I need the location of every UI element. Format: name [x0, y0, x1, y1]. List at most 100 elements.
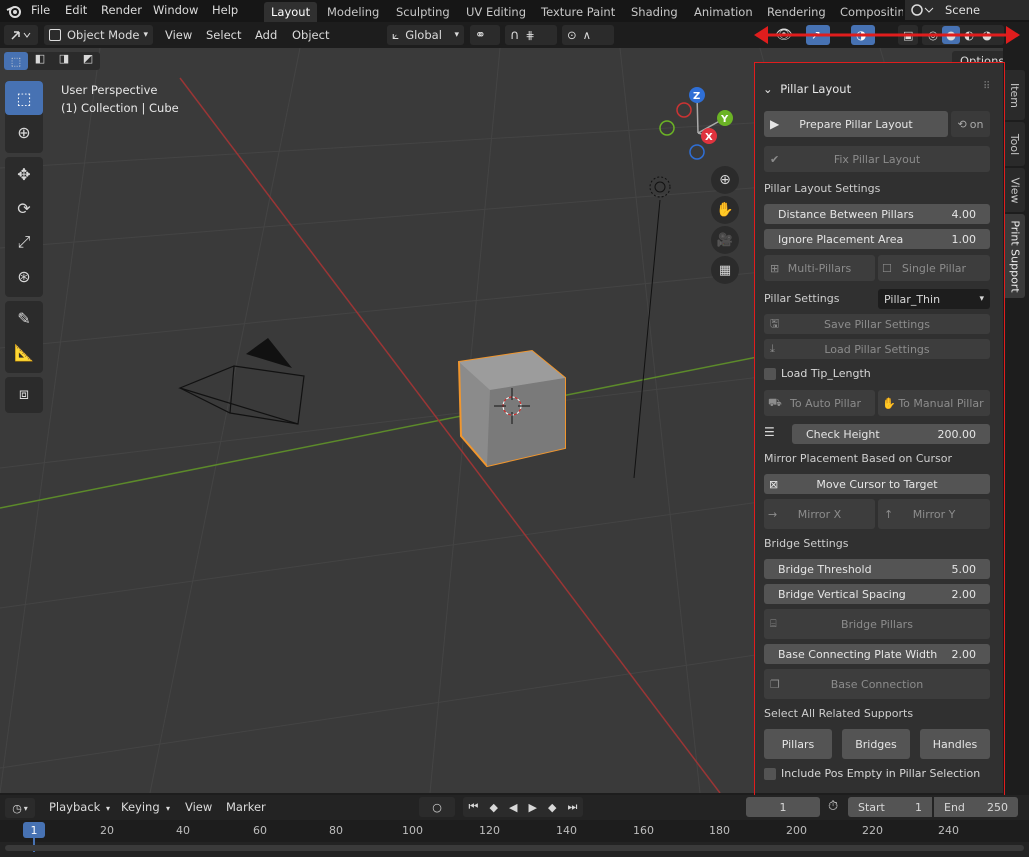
- panel-header[interactable]: ⌄ Pillar Layout: [763, 82, 851, 96]
- object-mode-dropdown[interactable]: Object Mode ▾: [44, 25, 153, 45]
- zoom-button[interactable]: ⊕: [711, 166, 739, 194]
- menu-file[interactable]: File: [31, 3, 50, 17]
- start-frame-field[interactable]: Start 1: [848, 797, 932, 817]
- cursor-target-icon: ⊠: [769, 477, 779, 491]
- jump-end-icon[interactable]: ⏭: [568, 800, 578, 814]
- tab-uv-editing[interactable]: UV Editing: [459, 2, 533, 22]
- editor-type-button[interactable]: [4, 25, 38, 45]
- include-pos-empty-checkbox[interactable]: Include Pos Empty in Pillar Selection: [764, 767, 980, 780]
- single-pillar-button[interactable]: ☐ Single Pillar: [878, 255, 990, 281]
- base-connection-button[interactable]: ❐ Base Connection: [764, 669, 990, 699]
- tab-layout[interactable]: Layout: [264, 2, 318, 22]
- transform-orientation-dropdown[interactable]: ⟀ Global ▾: [387, 25, 464, 45]
- scene-selector[interactable]: Scene: [905, 0, 1029, 20]
- tab-rendering[interactable]: Rendering: [760, 2, 833, 22]
- select-invert-icon[interactable]: ◩: [76, 52, 100, 70]
- pan-button[interactable]: ✋: [711, 196, 739, 224]
- timeline-view-menu[interactable]: View: [185, 800, 212, 814]
- menu-window[interactable]: Window: [153, 3, 198, 17]
- viewport-header: Object Mode ▾ View Select Add Object ⟀ G…: [0, 22, 1029, 48]
- current-frame-field[interactable]: 1: [746, 797, 820, 817]
- keying-menu[interactable]: Keying: [121, 800, 160, 814]
- distance-between-pillars-field[interactable]: Distance Between Pillars 4.00: [764, 204, 990, 224]
- fix-pillar-layout-button[interactable]: ✔ Fix Pillar Layout: [764, 146, 990, 172]
- camera-view-button[interactable]: 🎥: [711, 226, 739, 254]
- rotate-tool[interactable]: ⟳: [5, 191, 43, 225]
- next-keyframe-icon[interactable]: ◆: [548, 801, 556, 814]
- playhead[interactable]: 1: [23, 822, 45, 838]
- blender-logo-icon[interactable]: [6, 3, 22, 19]
- ignore-placement-area-field[interactable]: Ignore Placement Area 1.00: [764, 229, 990, 249]
- pillar-settings-dropdown[interactable]: Pillar_Thin ▾: [878, 289, 990, 309]
- move-tool[interactable]: ✥: [5, 157, 43, 191]
- bridge-pillars-button[interactable]: ⌸ Bridge Pillars: [764, 609, 990, 639]
- menu-add[interactable]: Add: [255, 28, 277, 42]
- end-frame-field[interactable]: End 250: [934, 797, 1018, 817]
- measure-tool[interactable]: 📐: [5, 335, 43, 369]
- prev-keyframe-icon[interactable]: ◆: [489, 801, 497, 814]
- select-box-tool[interactable]: ⬚: [5, 81, 43, 115]
- menu-select[interactable]: Select: [206, 28, 241, 42]
- stopwatch-icon[interactable]: ⏱: [828, 799, 838, 814]
- snap-button[interactable]: ∩ ⋕: [505, 25, 557, 45]
- move-cursor-to-target-button[interactable]: ⊠ Move Cursor to Target: [764, 474, 990, 494]
- play-icon[interactable]: ▶: [529, 801, 537, 814]
- menu-edit[interactable]: Edit: [65, 3, 87, 17]
- drag-handle-icon[interactable]: ⠿: [983, 81, 990, 92]
- load-tip-length-checkbox[interactable]: Load Tip_Length: [764, 367, 871, 380]
- select-extend-icon[interactable]: ◧: [28, 52, 52, 70]
- select-handles-button[interactable]: Handles: [920, 729, 990, 759]
- marker-menu[interactable]: Marker: [226, 800, 266, 814]
- pivot-point-button[interactable]: ⚭: [470, 25, 500, 45]
- record-button[interactable]: ○: [419, 797, 455, 817]
- tab-animation[interactable]: Animation: [687, 2, 760, 22]
- mirror-x-button[interactable]: → Mirror X: [764, 499, 875, 529]
- load-pillar-settings-button[interactable]: ⤓ Load Pillar Settings: [764, 339, 990, 359]
- cube-object: [457, 349, 566, 468]
- check-height-field[interactable]: Check Height 200.00: [792, 424, 990, 444]
- cursor-tool[interactable]: ⊕: [5, 115, 43, 149]
- prepare-pillar-layout-button[interactable]: ▶ Prepare Pillar Layout: [764, 111, 948, 137]
- add-cube-tool[interactable]: ⧈: [5, 377, 43, 411]
- select-new-icon[interactable]: ⬚: [4, 52, 28, 70]
- mirror-y-button[interactable]: ↑ Mirror Y: [878, 499, 990, 529]
- tab-modeling[interactable]: Modeling: [320, 2, 386, 22]
- select-bridges-button[interactable]: Bridges: [842, 729, 910, 759]
- scale-tool[interactable]: ⤢: [5, 225, 43, 259]
- save-pillar-settings-button[interactable]: 🖫 Save Pillar Settings: [764, 314, 990, 334]
- select-supports-heading: Select All Related Supports: [764, 707, 914, 720]
- menu-object[interactable]: Object: [292, 28, 329, 42]
- ortho-toggle-button[interactable]: ▦: [711, 256, 739, 284]
- tab-compositing[interactable]: Compositin: [833, 2, 903, 22]
- base-plate-width-field[interactable]: Base Connecting Plate Width 2.00: [764, 644, 990, 664]
- bridge-vertical-spacing-field[interactable]: Bridge Vertical Spacing 2.00: [764, 584, 990, 604]
- prepare-toggle[interactable]: ⟲ on: [951, 111, 990, 137]
- transform-tool[interactable]: ⊛: [5, 259, 43, 293]
- square-icon: ☐: [882, 261, 892, 275]
- timeline-scrollbar[interactable]: [5, 845, 1024, 851]
- to-manual-pillar-button[interactable]: ✋ To Manual Pillar: [878, 390, 990, 416]
- tab-shading[interactable]: Shading: [624, 2, 685, 22]
- navigation-gizmo[interactable]: Z Y X: [655, 83, 745, 163]
- to-auto-pillar-button[interactable]: ⛟ To Auto Pillar: [764, 390, 875, 416]
- proportional-edit-button[interactable]: ⊙ ∧: [562, 25, 614, 45]
- multi-pillars-button[interactable]: ⊞ Multi-Pillars: [764, 255, 875, 281]
- tab-print-support[interactable]: Print Support: [1005, 214, 1025, 298]
- bridge-threshold-field[interactable]: Bridge Threshold 5.00: [764, 559, 990, 579]
- menu-help[interactable]: Help: [212, 3, 238, 17]
- annotate-tool[interactable]: ✎: [5, 301, 43, 335]
- tab-item[interactable]: Item: [1005, 70, 1025, 120]
- play-reverse-icon[interactable]: ◀: [509, 801, 517, 814]
- menu-render[interactable]: Render: [101, 3, 142, 17]
- jump-start-icon[interactable]: ⏮: [469, 800, 479, 814]
- playback-menu[interactable]: Playback: [49, 800, 100, 814]
- tab-texture-paint[interactable]: Texture Paint: [534, 2, 622, 22]
- menu-view[interactable]: View: [165, 28, 192, 42]
- select-subtract-icon[interactable]: ◨: [52, 52, 76, 70]
- single-label: Single Pillar: [901, 261, 967, 275]
- tab-sculpting[interactable]: Sculpting: [389, 2, 457, 22]
- tab-view[interactable]: View: [1005, 168, 1025, 212]
- tab-tool[interactable]: Tool: [1005, 122, 1025, 166]
- timeline-editor-button[interactable]: ◷ ▾: [5, 798, 35, 818]
- select-pillars-button[interactable]: Pillars: [764, 729, 832, 759]
